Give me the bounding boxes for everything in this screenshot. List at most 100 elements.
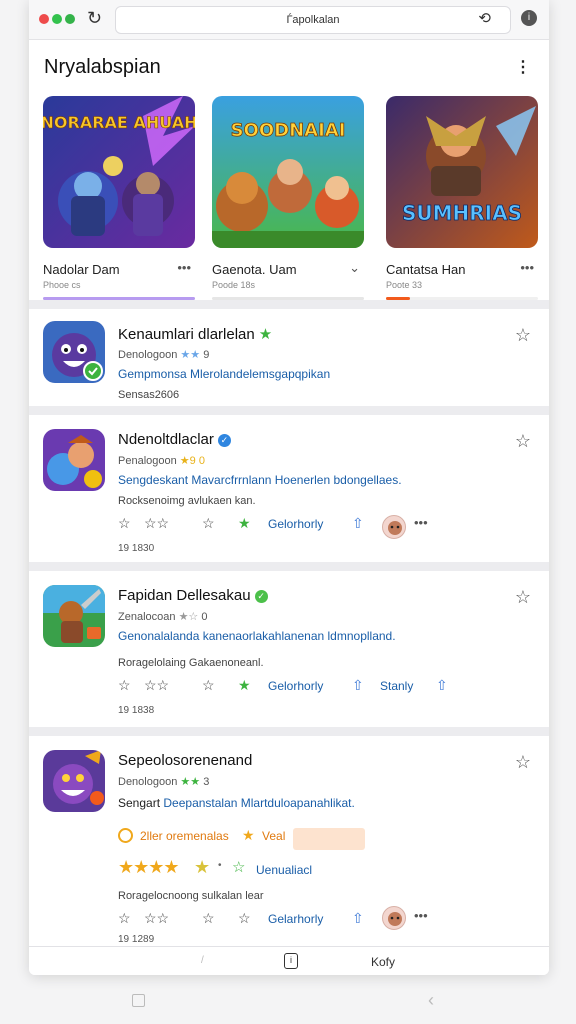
rating-value: 0 [201,611,208,623]
more-vert-icon[interactable]: ⋮ [515,57,531,77]
app-description[interactable]: Gempmonsa Mlerolandelemsgapqpikan [118,367,330,381]
app-card[interactable]: Fapidan Dellesakau ✓ ☆ Zenalocoan ★☆ 0 Ge… [29,562,549,727]
rating-value: 9 [203,349,210,361]
banner-subtitle: Phooe cs [43,280,81,290]
download-count: 19 1289 [118,934,155,945]
action-link[interactable]: Gelarhorly [268,912,323,926]
thumb-up-icon[interactable]: ⇧ [352,677,364,694]
app-description[interactable]: Genonalalanda kanenaorlakahlanenan ldmno… [118,629,396,643]
more-horiz-icon[interactable]: ••• [177,260,191,275]
thumb-up-icon[interactable]: ⇧ [436,677,448,694]
star-outline-icon[interactable]: ☆☆ [144,515,169,532]
rating-label[interactable]: Uenualiacl [256,863,312,877]
action-link[interactable]: Gelorhorly [268,517,323,531]
carousel-card[interactable]: SOODNAIAI Gaenota. Uam ⌄ Poode 18s [212,96,364,300]
star-filled-icon[interactable]: ★ [238,515,251,532]
verified-icon: ✓ [254,590,268,603]
app-description[interactable]: Sengdeskant Mavarcfrrnlann Hoenerlen bdo… [118,473,402,487]
meta-text: Denologoon [118,349,178,361]
refresh-icon[interactable]: ⟲ [478,9,491,27]
description-link[interactable]: Deepanstalan Mlartduloapanahlikat. [163,796,354,810]
app-meta: Denologoon ★★ 3 [118,775,209,788]
star-outline-icon[interactable]: ☆☆ [144,910,169,927]
dot-separator: • [218,860,222,871]
more-horiz-icon[interactable]: ••• [414,515,428,530]
bookmark-icon[interactable]: ☆ [515,752,531,773]
section-header: Nryalabspian ⋮ [29,40,549,92]
bottom-bar-label[interactable]: Kofy [371,955,395,969]
star-outline-icon[interactable]: ☆ [238,910,251,927]
banner-image: SUMHRIAS [386,96,538,248]
app-name[interactable]: Ndenoltdlaclar ✓ [118,431,231,448]
address-bar[interactable]: Ѓapolkalan [115,6,511,34]
action-link-secondary[interactable]: Stanly [380,679,413,693]
banner-image: SOODNAIAI [212,96,364,248]
carousel-card[interactable]: SUMHRIAS Cantatsa Han ••• Poote 33 [386,96,538,300]
promo-link[interactable]: Veal [262,829,285,843]
star-outline-icon[interactable]: ☆ [118,910,131,927]
description-text: Sengart [118,796,161,810]
info-icon[interactable]: i [521,10,537,26]
star-outline-icon[interactable]: ☆ [118,677,131,694]
promo-text: 2ller oremenalas [140,829,229,843]
action-link[interactable]: Gelorhorly [268,679,323,693]
promo-chip[interactable] [293,828,365,850]
download-count: 19 1830 [118,543,155,554]
back-icon[interactable]: ‹ [428,990,434,1011]
thumb-up-icon[interactable]: ⇧ [352,910,364,927]
star-outline-icon[interactable]: ☆ [202,515,215,532]
star-outline-icon[interactable]: ☆☆ [144,677,169,694]
app-meta: Penalogoon ★9 0 [118,454,205,467]
rating-stars-icon: ★☆ [178,611,199,623]
app-name-text: Ndenoltdlaclar [118,431,214,448]
rating-stars-icon: ★★ [180,776,201,788]
chevron-down-icon[interactable]: ⌄ [349,260,360,276]
bookmark-icon[interactable]: ☆ [515,431,531,452]
action-row: ☆ ☆☆ ☆ ★ Gelorhorly ⇧ Stanly ⇧ [118,677,448,699]
avatar[interactable] [382,906,406,930]
app-icon-purple-creature [43,321,105,383]
app-name[interactable]: Fapidan Dellesakau ✓ [118,587,268,604]
app-card[interactable]: Ndenoltdlaclar ✓ ☆ Penalogoon ★9 0 Sengde… [29,406,549,562]
star-filled-icon: ★ [194,857,211,877]
featured-carousel: NORARAE AHUAH Nadolar Dam ••• Phooe cs S… [43,96,549,306]
banner-art-text: SOODNAIAI [231,120,346,141]
info-icon[interactable]: i [284,953,298,969]
description-link[interactable]: Sengdeskant Mavarcfrrnlann [118,473,271,487]
app-name-text: Fapidan Dellesakau [118,587,251,604]
carousel-card[interactable]: NORARAE AHUAH Nadolar Dam ••• Phooe cs [43,96,195,300]
more-horiz-icon[interactable]: ••• [520,260,534,275]
star-outline-icon[interactable]: ☆ [232,858,245,876]
rating-stars-icon: ★★ [180,349,201,361]
recent-apps-icon[interactable] [132,994,145,1007]
app-subtext: Rocksenoimg avlukaen kan. [118,495,256,507]
maximize-window-button[interactable] [65,14,75,24]
minimize-window-button[interactable] [52,14,62,24]
banner-art-text: SUMHRIAS [402,201,522,225]
close-window-button[interactable] [39,14,49,24]
app-icon-warrior [43,585,105,647]
banner-title: Cantatsa Han [386,262,466,277]
star-outline-icon[interactable]: ☆ [118,515,131,532]
app-description[interactable]: Sengart Deepanstalan Mlartduloapanahlika… [118,796,355,810]
app-icon-hero-blast [43,429,105,491]
meta-text: Zenalocoan [118,611,176,623]
more-horiz-icon[interactable]: ••• [414,908,428,923]
coin-icon [118,828,133,843]
app-name[interactable]: Kenaumlari dlarlelan ★ [118,325,272,343]
app-card[interactable]: Sepeolosorenenand ☆ Denologoon ★★ 3 Seng… [29,727,549,949]
rating-row: ★★★★ ★ • ☆ Uenualiacl [118,857,418,882]
thumb-up-icon[interactable]: ⇧ [352,515,364,532]
star-outline-icon[interactable]: ☆ [202,910,215,927]
rating-value: 3 [203,776,210,788]
app-name[interactable]: Sepeolosorenenand [118,752,252,769]
rating-star-icon: ★ [179,455,190,467]
rating-stars-icon: ★★★★ [118,857,180,877]
avatar[interactable] [382,515,406,539]
reload-icon[interactable]: ↻ [87,8,102,29]
star-filled-icon[interactable]: ★ [238,677,251,694]
app-card[interactable]: Kenaumlari dlarlelan ★ ☆ Denologoon ★★ 9 … [29,300,549,406]
bookmark-icon[interactable]: ☆ [515,587,531,608]
star-outline-icon[interactable]: ☆ [202,677,215,694]
bookmark-icon[interactable]: ☆ [515,325,531,346]
